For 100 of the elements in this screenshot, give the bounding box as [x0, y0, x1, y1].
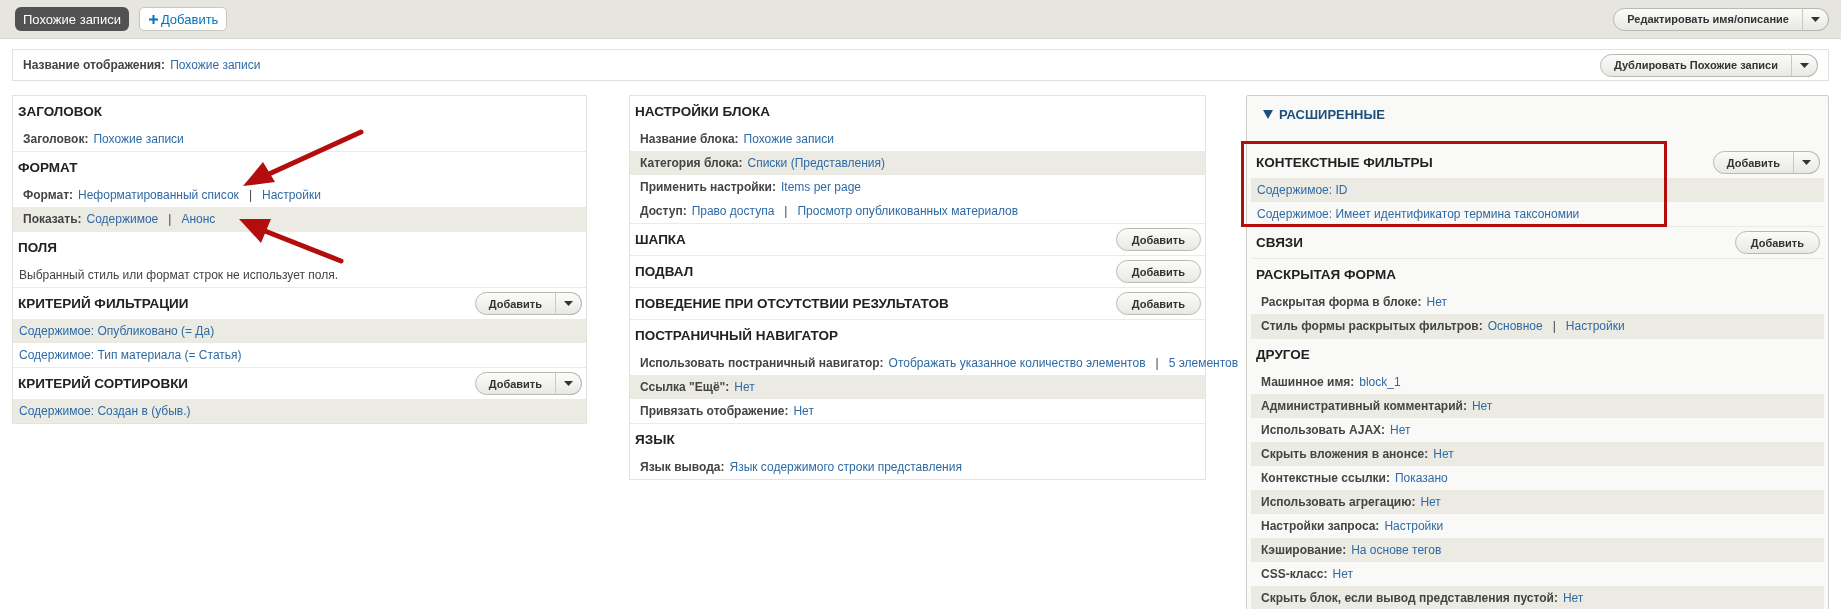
- separator: |: [784, 204, 788, 218]
- setting-link[interactable]: Неформатированный список: [78, 188, 239, 202]
- setting-link[interactable]: Нет: [1332, 567, 1353, 581]
- add-display-button[interactable]: Добавить: [138, 7, 228, 31]
- setting-label: Скрыть вложения в анонсе:: [1261, 447, 1429, 461]
- setting-link[interactable]: Нет: [1433, 447, 1454, 461]
- setting-link[interactable]: Содержимое: [86, 212, 159, 226]
- separator: |: [248, 188, 252, 202]
- dropdown-toggle[interactable]: [1802, 7, 1829, 31]
- advanced-toggle[interactable]: РАСШИРЕННЫЕ: [1251, 96, 1824, 133]
- section-title: ДРУГОЕ: [1256, 347, 1310, 362]
- triangle-icon: [1263, 110, 1273, 119]
- setting-link[interactable]: Items per page: [781, 180, 862, 194]
- section-title: КРИТЕРИЙ ФИЛЬТРАЦИИ: [18, 296, 189, 311]
- item-link[interactable]: Содержимое: Создан в (убыв.): [19, 404, 191, 418]
- setting-link[interactable]: Нет: [734, 380, 755, 394]
- section-title: КОНТЕКСТНЫЕ ФИЛЬТРЫ: [1256, 155, 1433, 170]
- section-title: ПОДВАЛ: [635, 264, 694, 279]
- setting-label: Скрыть блок, если вывод представления пустой:: [1261, 591, 1558, 605]
- setting-link[interactable]: Нет: [1426, 295, 1447, 309]
- setting-link[interactable]: Нет: [1390, 423, 1411, 437]
- setting-label: Использовать постраничный навигатор:: [640, 356, 884, 370]
- section-title: ПОЛЯ: [18, 240, 58, 255]
- setting-link[interactable]: Настройки: [262, 188, 321, 202]
- setting-label: Стиль формы раскрытых фильтров:: [1261, 319, 1483, 333]
- setting-link[interactable]: Похожие записи: [93, 132, 184, 146]
- setting-label: Раскрытая форма в блоке:: [1261, 295, 1422, 309]
- note-text: Выбранный стиль или формат строк не использует поля.: [19, 268, 338, 282]
- setting-label: Административный комментарий:: [1261, 399, 1467, 413]
- separator: |: [168, 212, 172, 226]
- display-name-link[interactable]: Похожие записи: [170, 58, 261, 72]
- setting-label: Доступ:: [640, 204, 687, 218]
- setting-link[interactable]: Показано: [1394, 471, 1448, 485]
- setting-link[interactable]: 5 элементов: [1168, 356, 1239, 370]
- setting-label: Машинное имя:: [1261, 375, 1355, 389]
- section-title: ЯЗЫК: [635, 432, 675, 447]
- setting-label: CSS-класс:: [1261, 567, 1328, 581]
- section-title: ПОВЕДЕНИЕ ПРИ ОТСУТСТВИИ РЕЗУЛЬТАТОВ: [635, 296, 949, 311]
- item-link[interactable]: Содержимое: Тип материала (= Статья): [19, 348, 242, 362]
- setting-label: Категория блока:: [640, 156, 743, 170]
- add-button[interactable]: Добавить: [474, 292, 556, 315]
- section-title: РАСКРЫТАЯ ФОРМА: [1256, 267, 1396, 282]
- setting-label: Показать:: [23, 212, 82, 226]
- display-tab[interactable]: Похожие записи: [15, 7, 129, 31]
- setting-link[interactable]: Похожие записи: [743, 132, 834, 146]
- setting-label: Привязать отображение:: [640, 404, 789, 418]
- setting-link[interactable]: Настройки: [1384, 519, 1444, 533]
- add-button[interactable]: Добавить: [474, 372, 556, 395]
- section-title: СВЯЗИ: [1256, 235, 1304, 250]
- item-link[interactable]: Содержимое: ID: [1257, 183, 1348, 197]
- plus-icon: [148, 14, 158, 24]
- setting-link[interactable]: block_1: [1359, 375, 1401, 389]
- section-title: КРИТЕРИЙ СОРТИРОВКИ: [18, 376, 189, 391]
- setting-link[interactable]: Право доступа: [691, 204, 775, 218]
- dropdown-toggle[interactable]: [1793, 151, 1820, 174]
- display-name-label: Название отображения:: [23, 58, 166, 72]
- item-link[interactable]: Содержимое: Имеет идентификатор термина таксономии: [1257, 207, 1580, 221]
- setting-link[interactable]: Основное: [1487, 319, 1543, 333]
- setting-link[interactable]: Настройки: [1565, 319, 1625, 333]
- setting-label: Использовать агрегацию:: [1261, 495, 1416, 509]
- setting-link[interactable]: Нет: [1420, 495, 1441, 509]
- setting-link[interactable]: Анонс: [181, 212, 216, 226]
- edit-name-button[interactable]: Редактировать имя/описание: [1613, 7, 1803, 31]
- add-button[interactable]: Добавить: [1734, 231, 1820, 254]
- section-title: ФОРМАТ: [18, 160, 78, 175]
- setting-label: Язык вывода:: [640, 460, 725, 474]
- add-button[interactable]: Добавить: [1712, 151, 1794, 174]
- caret-icon: [564, 381, 573, 386]
- add-button[interactable]: Добавить: [1115, 228, 1201, 251]
- setting-link[interactable]: Язык содержимого строки представления: [729, 460, 962, 474]
- dropdown-toggle[interactable]: [1791, 53, 1818, 77]
- setting-label: Кэширование:: [1261, 543, 1347, 557]
- setting-link[interactable]: Нет: [1471, 399, 1493, 413]
- advanced-title: РАСШИРЕННЫЕ: [1279, 107, 1385, 122]
- section-title: ПОСТРАНИЧНЫЙ НАВИГАТОР: [635, 328, 839, 343]
- caret-icon: [564, 301, 573, 306]
- item-link[interactable]: Содержимое: Опубликовано (= Да): [19, 324, 215, 338]
- section-title: ЗАГОЛОВОК: [18, 104, 102, 119]
- setting-label: Ссылка "Ещё":: [640, 380, 730, 394]
- add-button[interactable]: Добавить: [1115, 292, 1201, 315]
- section-title: ШАПКА: [635, 232, 686, 247]
- caret-icon: [1811, 16, 1820, 22]
- dropdown-toggle[interactable]: [555, 372, 582, 395]
- setting-link[interactable]: На основе тегов: [1351, 543, 1442, 557]
- setting-link[interactable]: Просмотр опубликованных материалов: [797, 204, 1019, 218]
- setting-label: Контекстные ссылки:: [1261, 471, 1390, 485]
- setting-link[interactable]: Отображать указанное количество элементов: [888, 356, 1146, 370]
- setting-label: Настройки запроса:: [1261, 519, 1380, 533]
- setting-label: Применить настройки:: [640, 180, 776, 194]
- setting-label: Заголовок:: [23, 132, 89, 146]
- setting-link[interactable]: Списки (Представления): [747, 156, 885, 170]
- section-title: НАСТРОЙКИ БЛОКА: [635, 104, 770, 119]
- setting-link[interactable]: Нет: [793, 404, 814, 418]
- add-button[interactable]: Добавить: [1115, 260, 1201, 283]
- caret-icon: [1802, 160, 1811, 165]
- setting-link[interactable]: Нет: [1562, 591, 1584, 605]
- dropdown-toggle[interactable]: [555, 292, 582, 315]
- duplicate-button[interactable]: Дублировать Похожие записи: [1600, 53, 1792, 77]
- caret-icon: [1800, 62, 1809, 68]
- separator: |: [1552, 319, 1556, 333]
